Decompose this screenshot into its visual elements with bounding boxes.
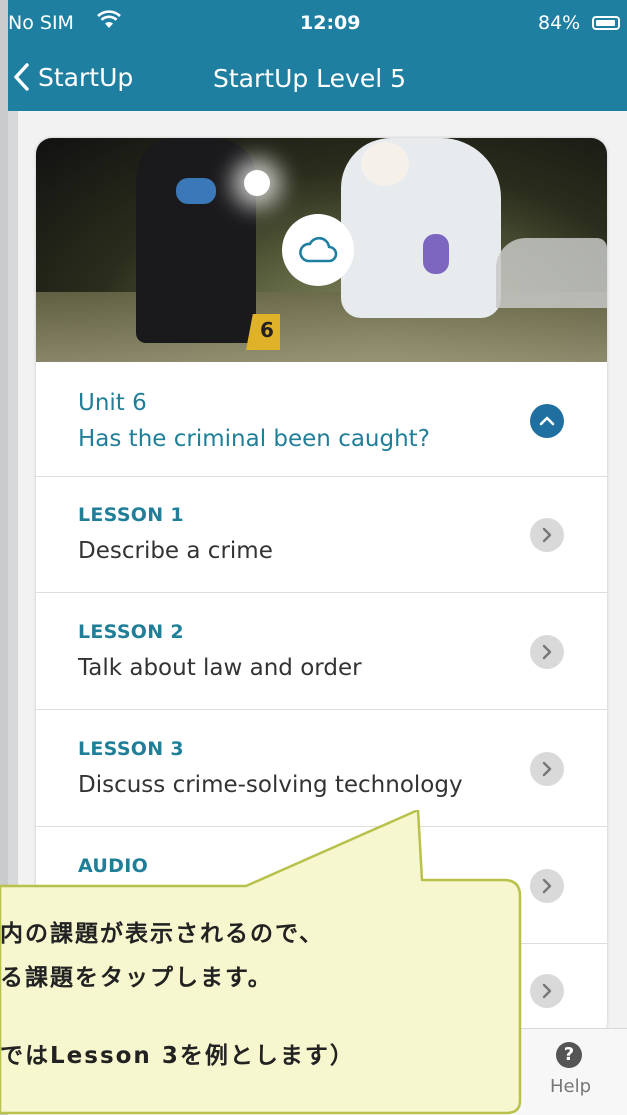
forensic-figure [341, 138, 501, 318]
cloud-icon [299, 236, 338, 263]
unit-card: 6 Unit 6 Has the criminal been caught? L… [36, 138, 607, 1038]
lesson-row-2[interactable]: LESSON 2 Talk about law and order [36, 593, 607, 710]
help-icon: ? [556, 1042, 582, 1068]
nav-bar: StartUp StartUp Level 5 [8, 56, 627, 106]
unit-header[interactable]: Unit 6 Has the criminal been caught? [36, 362, 607, 477]
flashlight-glow [244, 170, 270, 196]
chevron-right-icon[interactable] [530, 635, 564, 669]
chevron-right-icon[interactable] [530, 869, 564, 903]
glove-shape [176, 178, 216, 204]
unit-title: Has the criminal been caught? [78, 426, 430, 452]
unit-hero-image: 6 [36, 138, 607, 362]
lesson-description: Talk about law and order [78, 655, 362, 681]
lesson-description: Describe a crime [78, 538, 273, 564]
download-cloud-button[interactable] [282, 214, 354, 286]
lesson-label: LESSON 2 [78, 621, 184, 643]
chevron-right-icon[interactable] [530, 518, 564, 552]
glove-shape [423, 234, 449, 274]
lesson-label: LESSON 1 [78, 504, 184, 526]
back-button[interactable]: StartUp [12, 62, 133, 92]
left-edge [8, 111, 18, 1115]
lesson-label: LESSON 3 [78, 738, 184, 760]
chevron-left-icon [14, 63, 29, 91]
carrier-label: No SIM [8, 12, 74, 34]
evidence-marker-label: 6 [260, 318, 274, 342]
audio-label: AUDIO [78, 855, 149, 877]
top-bar: No SIM 12:09 84% StartUp StartUp Level 5 [8, 0, 627, 111]
lesson-row-1[interactable]: LESSON 1 Describe a crime [36, 476, 607, 593]
battery-icon [592, 16, 620, 30]
page-title: StartUp Level 5 [213, 64, 407, 93]
status-bar: No SIM 12:09 84% [8, 0, 627, 50]
back-label: StartUp [38, 62, 134, 92]
collapse-button[interactable] [530, 404, 564, 438]
chevron-right-icon[interactable] [530, 974, 564, 1008]
audio-row[interactable]: AUDIO [36, 827, 607, 944]
next-row[interactable] [36, 944, 607, 1038]
lesson-row-3[interactable]: LESSON 3 Discuss crime-solving technolog… [36, 710, 607, 827]
wifi-icon [97, 10, 121, 28]
clock: 12:09 [300, 12, 361, 34]
help-tab[interactable]: ? Help [540, 1042, 600, 1108]
chevron-right-icon[interactable] [530, 752, 564, 786]
investigator-figure [136, 138, 256, 343]
head-shape [361, 142, 409, 186]
chevron-up-icon [539, 416, 555, 426]
lesson-list: LESSON 1 Describe a crime LESSON 2 Talk … [36, 476, 607, 1038]
app-frame: No SIM 12:09 84% StartUp StartUp Level 5 [8, 0, 627, 1115]
tab-bar [8, 1028, 627, 1115]
lesson-description: Discuss crime-solving technology [78, 772, 463, 798]
sheet-shape [496, 238, 607, 308]
help-label: Help [550, 1076, 592, 1097]
battery-percent: 84% [538, 12, 581, 34]
unit-number: Unit 6 [78, 390, 147, 416]
